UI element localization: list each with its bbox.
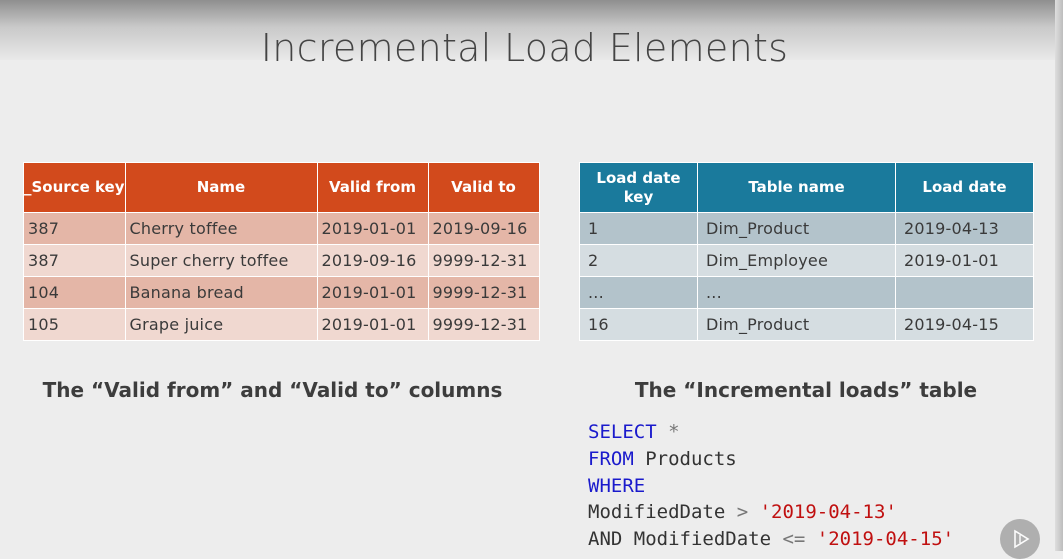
cell-valid-to: 9999-12-31: [427, 244, 540, 277]
table-row: 387 Cherry toffee 2019-01-01 2019-09-16: [23, 212, 540, 245]
header-valid-to: Valid to: [427, 162, 540, 213]
code-line-condition-1: ModifiedDate > '2019-04-13': [588, 499, 954, 526]
cell-valid-from: 2019-01-01: [316, 212, 429, 245]
cell-valid-to: 2019-09-16: [427, 212, 540, 245]
table-row: 387 Super cherry toffee 2019-09-16 9999-…: [23, 244, 540, 277]
sql-operator: >: [736, 501, 749, 524]
header-table-name: Table name: [697, 162, 896, 213]
cell-load-date: 2019-01-01: [895, 244, 1034, 277]
cell-name: Grape juice: [124, 308, 318, 341]
sql-keyword: WHERE: [588, 474, 646, 497]
cell-source-key: 387: [23, 212, 126, 245]
sql-code-block: SELECT * FROM Products WHERE ModifiedDat…: [588, 419, 954, 553]
table-row: 16 Dim_Product 2019-04-15: [579, 308, 1034, 341]
cell-load-date-key: 2: [579, 244, 698, 277]
header-source-key: _Source key: [23, 162, 126, 213]
cell-valid-from: 2019-09-16: [316, 244, 429, 277]
cell-table-name: Dim_Product: [697, 212, 896, 245]
header-load-date-key: Load date key: [579, 162, 698, 213]
cell-valid-to: 9999-12-31: [427, 276, 540, 309]
table-header-row: _Source key Name Valid from Valid to: [23, 162, 540, 213]
cell-source-key: 104: [23, 276, 126, 309]
sql-text: Products: [633, 447, 737, 470]
table-row: 2 Dim_Employee 2019-01-01: [579, 244, 1034, 277]
sql-operator: <=: [782, 528, 806, 551]
table-row: 104 Banana bread 2019-01-01 9999-12-31: [23, 276, 540, 309]
cell-table-name: ...: [697, 276, 896, 309]
table-row: ... ...: [579, 276, 1034, 309]
sql-keyword: SELECT: [588, 421, 657, 443]
cell-load-date: 2019-04-15: [895, 308, 1034, 341]
cell-name: Cherry toffee: [124, 212, 318, 245]
table-row: 1 Dim_Product 2019-04-13: [579, 212, 1034, 245]
cell-load-date: [895, 276, 1034, 309]
cell-name: Banana bread: [124, 276, 318, 309]
table-row: 105 Grape juice 2019-01-01 9999-12-31: [23, 308, 540, 341]
cell-valid-to: 9999-12-31: [427, 308, 540, 341]
sql-keyword: FROM: [588, 447, 634, 470]
cell-source-key: 387: [23, 244, 126, 277]
valid-dates-table: _Source key Name Valid from Valid to 387…: [23, 162, 540, 341]
cell-valid-from: 2019-01-01: [316, 308, 429, 341]
cell-load-date-key: ...: [579, 276, 698, 309]
table-header-row: Load date key Table name Load date: [579, 162, 1034, 213]
sql-text: *: [656, 421, 680, 443]
header-name: Name: [124, 162, 318, 213]
code-line-select: SELECT *: [588, 419, 954, 446]
valid-columns-caption: The “Valid from” and “Valid to” columns: [42, 378, 503, 402]
cell-source-key: 105: [23, 308, 126, 341]
cell-load-date-key: 1: [579, 212, 698, 245]
sql-string: '2019-04-13': [748, 501, 897, 524]
cell-table-name: Dim_Product: [697, 308, 896, 341]
sql-string: '2019-04-15': [805, 528, 955, 551]
incremental-loads-table: Load date key Table name Load date 1 Dim…: [579, 162, 1034, 341]
cell-load-date: 2019-04-13: [895, 212, 1034, 245]
cell-table-name: Dim_Employee: [697, 244, 896, 277]
code-line-from: FROM Products: [588, 446, 954, 473]
slide-title: Incremental Load Elements: [260, 26, 789, 70]
code-line-where: WHERE: [588, 473, 954, 500]
play-icon: [1014, 529, 1030, 549]
cell-name: Super cherry toffee: [124, 244, 318, 277]
header-valid-from: Valid from: [316, 162, 429, 213]
cell-valid-from: 2019-01-01: [316, 276, 429, 309]
play-button[interactable]: [1000, 519, 1040, 559]
right-edge: [1055, 0, 1063, 551]
code-line-condition-2: AND ModifiedDate <= '2019-04-15': [588, 526, 954, 553]
cell-load-date-key: 16: [579, 308, 698, 341]
sql-text: AND ModifiedDate: [588, 528, 783, 551]
header-load-date: Load date: [895, 162, 1034, 213]
incremental-loads-caption: The “Incremental loads” table: [634, 378, 978, 402]
sql-text: ModifiedDate: [588, 501, 737, 524]
